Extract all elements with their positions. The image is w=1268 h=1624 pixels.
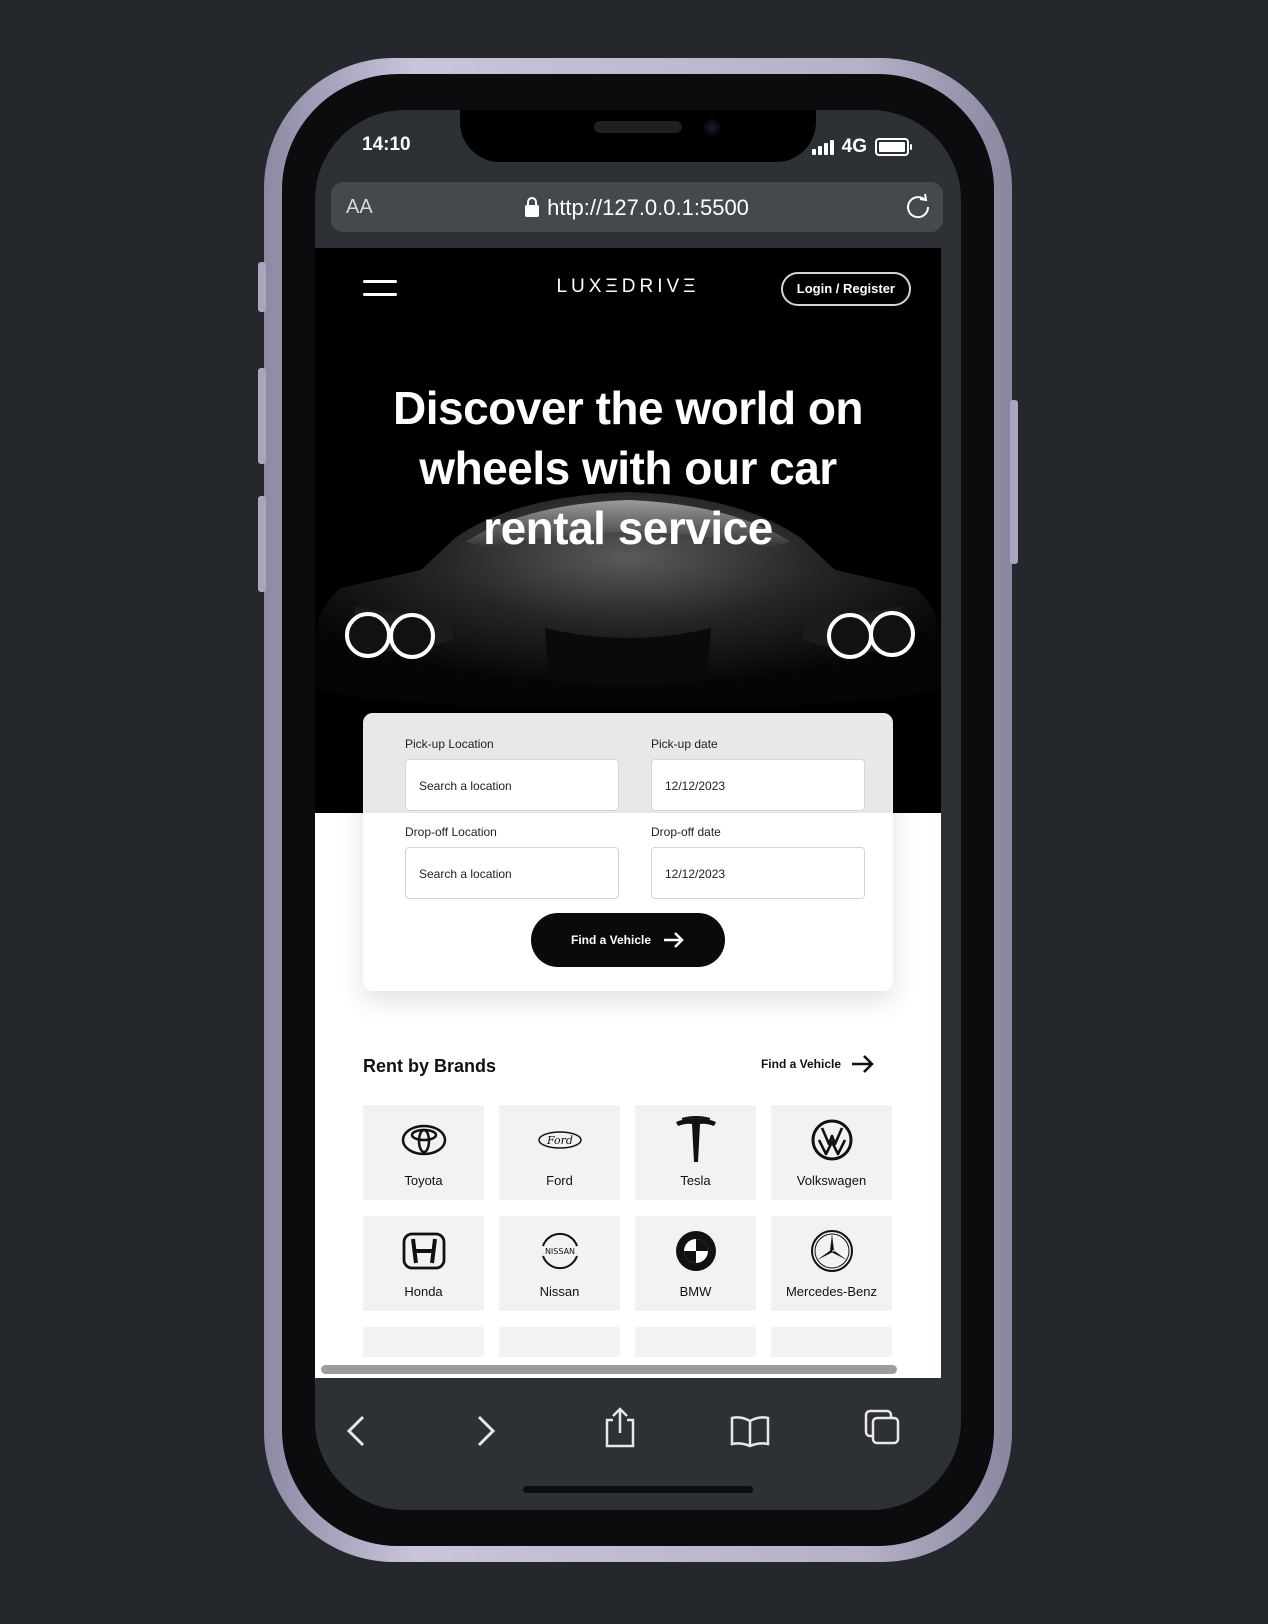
pickup-date-label: Pick-up date xyxy=(651,737,718,751)
brand-name: Honda xyxy=(404,1284,443,1299)
brand-tile-toyota[interactable]: Toyota xyxy=(363,1105,484,1200)
brand-tile-volkswagen[interactable]: Volkswagen xyxy=(771,1105,892,1200)
volume-down-button xyxy=(258,496,266,592)
browser-toolbar xyxy=(315,1380,961,1510)
signal-icon xyxy=(811,139,834,155)
nissan-logo-icon: NISSAN xyxy=(541,1232,578,1270)
pickup-location-label: Pick-up Location xyxy=(405,737,494,751)
brand-name: Toyota xyxy=(404,1173,443,1188)
back-icon[interactable] xyxy=(343,1414,373,1453)
volkswagen-logo-icon xyxy=(811,1119,852,1161)
brand-tile-tesla[interactable]: Tesla xyxy=(635,1105,756,1200)
dropoff-date-input[interactable]: 12/12/2023 xyxy=(651,847,865,899)
brand-name: Volkswagen xyxy=(796,1173,867,1188)
brand-tile-partial[interactable] xyxy=(363,1327,484,1357)
web-page: LUXΞDRIVΞ Login / Register Discover the … xyxy=(315,248,941,1378)
forward-icon[interactable] xyxy=(471,1414,501,1453)
bookmarks-icon[interactable] xyxy=(729,1414,771,1453)
brand-tile-mercedes[interactable]: Mercedes-Benz xyxy=(771,1216,892,1311)
brand-name: Mercedes-Benz xyxy=(785,1284,878,1299)
mute-switch xyxy=(258,262,266,312)
status-indicators: 4G xyxy=(811,136,912,158)
battery-icon xyxy=(875,138,912,156)
vehicle-search-form: Pick-up Location Search a location Pick-… xyxy=(363,713,893,991)
home-indicator xyxy=(523,1486,753,1493)
pickup-date-input[interactable]: 12/12/2023 xyxy=(651,759,865,811)
front-camera xyxy=(704,119,720,135)
brand-tile-partial[interactable] xyxy=(771,1327,892,1357)
brand-name: Tesla xyxy=(680,1173,711,1188)
url-display[interactable]: http://127.0.0.1:5500 xyxy=(331,195,943,221)
find-vehicle-button[interactable]: Find a Vehicle xyxy=(531,913,725,967)
phone-screen: 14:10 4G AA http://127.0.0.1:5500 LUXΞDR… xyxy=(315,110,961,1510)
bmw-logo-icon xyxy=(675,1231,716,1271)
power-button xyxy=(1010,400,1018,564)
find-vehicle-label: Find a Vehicle xyxy=(570,933,652,947)
pickup-location-input[interactable]: Search a location xyxy=(405,759,619,811)
reload-icon[interactable] xyxy=(903,192,933,227)
address-bar[interactable]: AA http://127.0.0.1:5500 xyxy=(331,182,943,232)
ford-logo-icon: Ford xyxy=(537,1131,582,1149)
brand-tile-bmw[interactable]: BMW xyxy=(635,1216,756,1311)
svg-text:Ford: Ford xyxy=(546,1134,573,1147)
tesla-logo-icon xyxy=(675,1116,716,1162)
horizontal-scrollbar[interactable] xyxy=(321,1365,897,1374)
dropoff-location-label: Drop-off Location xyxy=(405,825,497,839)
brands-section-title: Rent by Brands xyxy=(363,1056,497,1076)
brand-tile-honda[interactable]: Honda xyxy=(363,1216,484,1311)
volume-up-button xyxy=(258,368,266,464)
arrow-right-icon xyxy=(664,932,684,948)
speaker xyxy=(594,121,682,133)
brand-name: BMW xyxy=(679,1284,712,1299)
honda-logo-icon xyxy=(402,1232,445,1270)
lock-icon xyxy=(525,197,540,217)
hero-title: Discover the world on wheels with our ca… xyxy=(392,382,864,554)
brand-tile-nissan[interactable]: NISSAN Nissan xyxy=(499,1216,620,1311)
brand-name: Ford xyxy=(546,1173,573,1188)
dropoff-location-input[interactable]: Search a location xyxy=(405,847,619,899)
brand-name: Nissan xyxy=(539,1284,580,1299)
find-vehicle-link[interactable]: Find a Vehicle xyxy=(761,1054,875,1074)
url-text: http://127.0.0.1:5500 xyxy=(547,195,749,220)
svg-text:NISSAN: NISSAN xyxy=(544,1247,574,1256)
mercedes-logo-icon xyxy=(810,1230,853,1272)
share-icon[interactable] xyxy=(603,1406,637,1453)
notch xyxy=(460,110,816,162)
network-type: 4G xyxy=(841,136,867,157)
brand-tile-ford[interactable]: Ford Ford xyxy=(499,1105,620,1200)
login-register-button[interactable]: Login / Register xyxy=(780,272,911,306)
brand-tile-partial[interactable] xyxy=(499,1327,620,1357)
toyota-logo-icon xyxy=(401,1124,446,1156)
arrow-right-icon xyxy=(852,1055,874,1073)
status-time: 14:10 xyxy=(362,134,411,155)
dropoff-date-label: Drop-off date xyxy=(651,825,721,839)
tabs-icon[interactable] xyxy=(863,1408,901,1451)
brand-tile-partial[interactable] xyxy=(635,1327,756,1357)
find-vehicle-link-label: Find a Vehicle xyxy=(760,1057,841,1071)
